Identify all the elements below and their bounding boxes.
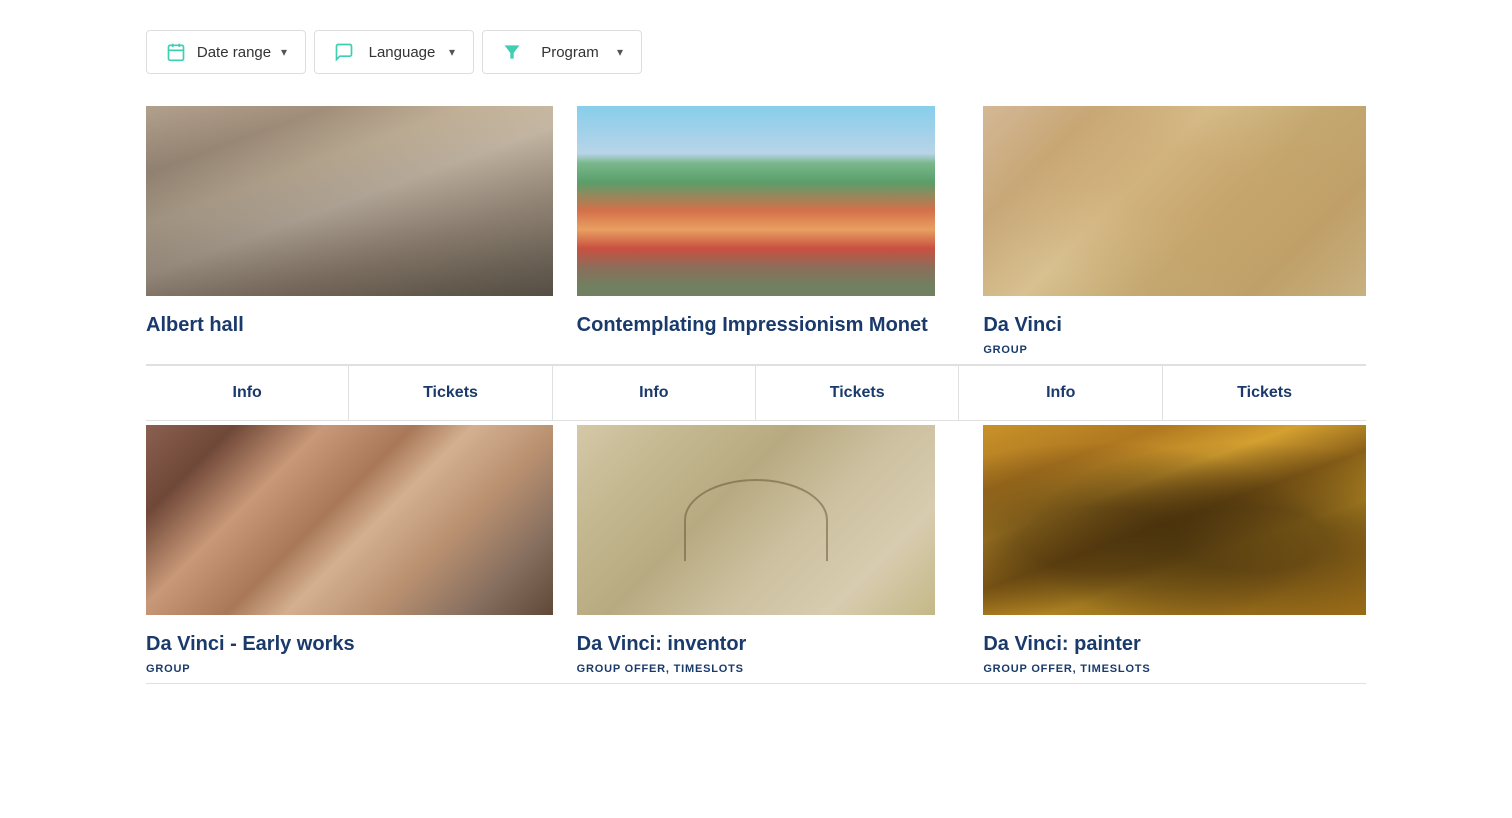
card-content-monet: Contemplating Impressionism Monet <box>577 296 936 352</box>
card-early-works: Da Vinci - Early works GROUP <box>146 421 553 684</box>
program-filter[interactable]: Program ▾ <box>482 30 642 74</box>
card-tag-early-works: GROUP <box>146 663 553 675</box>
card-image-monet <box>577 106 936 296</box>
tab-tickets-3[interactable]: Tickets <box>1163 366 1366 420</box>
tab-tickets-1[interactable]: Tickets <box>349 366 551 420</box>
tab-pair-3: Info Tickets <box>959 366 1366 420</box>
calendar-icon <box>165 41 187 63</box>
card-image-painter <box>983 425 1366 615</box>
tab-pair-1: Info Tickets <box>146 366 553 420</box>
card-title-painter: Da Vinci: painter <box>983 631 1366 657</box>
card-inventor: Da Vinci: inventor GROUP OFFER, TIMESLOT… <box>553 421 960 684</box>
tab-pair-2: Info Tickets <box>553 366 960 420</box>
card-content-inventor: Da Vinci: inventor GROUP OFFER, TIMESLOT… <box>577 615 936 683</box>
card-image-early-works <box>146 425 553 615</box>
card-image-inventor <box>577 425 936 615</box>
card-image-albert-hall <box>146 106 553 296</box>
card-albert-hall: Albert hall <box>146 106 553 365</box>
card-title-early-works: Da Vinci - Early works <box>146 631 553 657</box>
program-label: Program <box>531 44 609 61</box>
card-content-davinci: Da Vinci GROUP <box>983 296 1366 364</box>
card-title-inventor: Da Vinci: inventor <box>577 631 936 657</box>
chat-icon <box>333 41 355 63</box>
tab-info-2[interactable]: Info <box>553 366 756 420</box>
language-label: Language <box>363 44 441 61</box>
tab-info-3[interactable]: Info <box>959 366 1163 420</box>
program-chevron: ▾ <box>617 45 623 59</box>
date-range-label: Date range <box>195 44 273 61</box>
card-title-davinci: Da Vinci <box>983 312 1366 338</box>
filter-icon <box>501 41 523 63</box>
card-tag-davinci: GROUP <box>983 344 1366 356</box>
tab-row: Info Tickets Info Tickets Info Tickets <box>146 365 1366 421</box>
card-title-albert-hall: Albert hall <box>146 312 553 338</box>
language-filter[interactable]: Language ▾ <box>314 30 474 74</box>
card-content-albert-hall: Albert hall <box>146 296 553 352</box>
card-painter: Da Vinci: painter GROUP OFFER, TIMESLOTS <box>959 421 1366 684</box>
tab-tickets-2[interactable]: Tickets <box>756 366 958 420</box>
card-davinci: Da Vinci GROUP <box>959 106 1366 365</box>
tab-info-1[interactable]: Info <box>146 366 349 420</box>
card-title-monet: Contemplating Impressionism Monet <box>577 312 936 338</box>
card-monet: Contemplating Impressionism Monet <box>553 106 960 365</box>
card-content-early-works: Da Vinci - Early works GROUP <box>146 615 553 683</box>
page-wrapper: Date range ▾ Language ▾ Program ▾ <box>56 0 1456 714</box>
card-grid-row2: Da Vinci - Early works GROUP Da Vinci: i… <box>146 421 1366 684</box>
card-tag-painter: GROUP OFFER, TIMESLOTS <box>983 663 1366 675</box>
card-image-davinci <box>983 106 1366 296</box>
language-chevron: ▾ <box>449 45 455 59</box>
card-content-painter: Da Vinci: painter GROUP OFFER, TIMESLOTS <box>983 615 1366 683</box>
card-tag-inventor: GROUP OFFER, TIMESLOTS <box>577 663 936 675</box>
filter-bar: Date range ▾ Language ▾ Program ▾ <box>146 30 1366 74</box>
date-range-chevron: ▾ <box>281 45 287 59</box>
card-grid-row1: Albert hall Contemplating Impressionism … <box>146 106 1366 365</box>
date-range-filter[interactable]: Date range ▾ <box>146 30 306 74</box>
